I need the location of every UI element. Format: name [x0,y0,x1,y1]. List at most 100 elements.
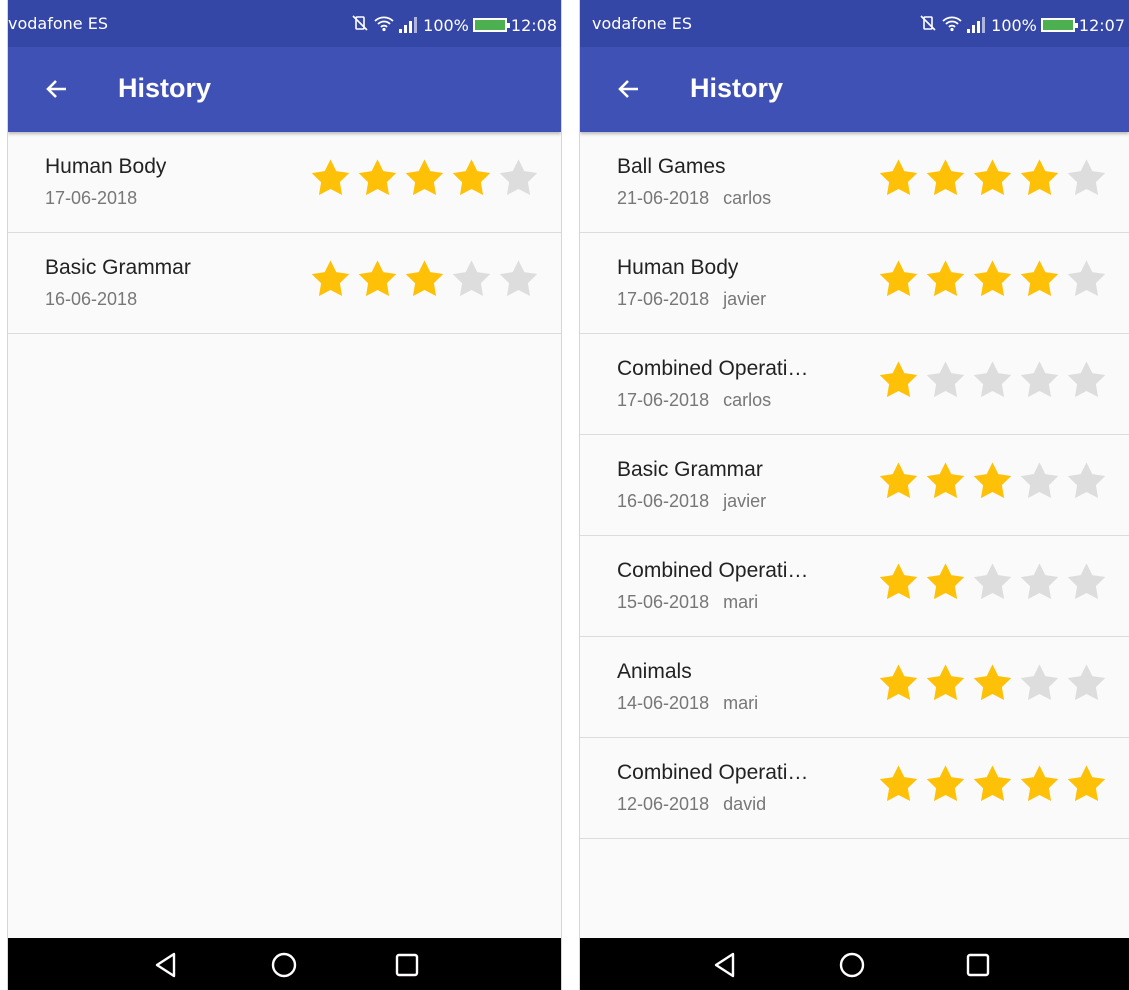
star-empty-icon [1064,257,1109,306]
activity-title: Basic Grammar [45,256,191,279]
activity-title: Combined Operati… [617,357,809,380]
battery-icon [472,18,510,32]
activity-date: 14-06-2018 [617,693,710,713]
star-filled-icon [876,358,921,407]
star-filled-icon [970,257,1015,306]
star-filled-icon [308,156,353,205]
rating-stars [876,257,1109,306]
star-filled-icon [402,156,447,205]
signal-icon [967,17,986,33]
star-empty-icon [449,257,494,306]
star-empty-icon [1017,358,1062,407]
rating-stars [308,156,541,205]
star-empty-icon [496,156,541,205]
star-filled-icon [355,257,400,306]
back-triangle-icon[interactable] [711,951,739,979]
activity-date: 21-06-2018 [617,188,710,208]
activity-user: javier [723,289,767,309]
rating-stars [876,358,1109,407]
home-circle-icon[interactable] [270,951,298,979]
carrier-label: vodafone ES [592,14,692,33]
star-empty-icon [1017,459,1062,508]
battery-percent: 100% [991,15,1037,35]
star-filled-icon [1017,257,1062,306]
carrier-label: vodafone ES [8,14,108,33]
star-empty-icon [1064,358,1109,407]
rating-stars [876,560,1109,609]
activity-date: 17-06-2018 [617,390,710,410]
star-filled-icon [970,661,1015,710]
star-empty-icon [1064,459,1109,508]
activity-title: Ball Games [617,155,726,178]
history-row[interactable]: Human Body 17-06-2018 [8,132,561,233]
star-filled-icon [308,257,353,306]
star-filled-icon [1017,762,1062,811]
star-filled-icon [923,762,968,811]
history-row[interactable]: Basic Grammar 16-06-2018 javier [580,435,1129,536]
history-row[interactable]: Animals 14-06-2018 mari [580,637,1129,738]
recents-square-icon[interactable] [964,951,992,979]
vibrate-off-icon [919,14,937,36]
wifi-icon [373,14,395,36]
vibrate-off-icon [351,14,369,36]
activity-title: Human Body [45,155,167,178]
status-bar: vodafone ES 100% 12:07 [580,0,1129,47]
star-empty-icon [970,358,1015,407]
signal-icon [399,17,418,33]
activity-user: carlos [723,390,772,410]
rating-stars [876,661,1109,710]
star-empty-icon [923,358,968,407]
star-filled-icon [876,762,921,811]
star-empty-icon [970,560,1015,609]
star-filled-icon [876,257,921,306]
activity-date: 12-06-2018 [617,794,710,814]
rating-stars [876,762,1109,811]
back-triangle-icon[interactable] [152,951,180,979]
phone-screen-right: vodafone ES 100% 12:07 History Ball Game… [580,0,1129,990]
star-filled-icon [355,156,400,205]
history-list: Ball Games 21-06-2018 carlos Human Body 17-0… [580,132,1129,839]
rating-stars [308,257,541,306]
history-row[interactable]: Combined Operati… 17-06-2018 carlos [580,334,1129,435]
history-list: Human Body 17-06-2018 Basic Grammar 16-06-2… [8,132,561,334]
page-title: History [118,73,212,103]
rating-stars [876,156,1109,205]
clock: 12:08 [510,15,557,35]
arrow-back-icon[interactable] [610,69,650,109]
history-row[interactable]: Combined Operati… 15-06-2018 mari [580,536,1129,637]
star-empty-icon [1064,156,1109,205]
navigation-bar [8,938,561,990]
activity-user: david [723,794,767,814]
star-empty-icon [1017,661,1062,710]
star-filled-icon [970,156,1015,205]
star-filled-icon [876,560,921,609]
star-filled-icon [876,156,921,205]
page-title: History [690,73,784,103]
star-filled-icon [402,257,447,306]
phone-screen-left: vodafone ES 100% 12:08 History Human Bod… [8,0,561,990]
home-circle-icon[interactable] [838,951,866,979]
app-bar: History [8,47,561,132]
app-bar: History [580,47,1129,132]
history-row[interactable]: Human Body 17-06-2018 javier [580,233,1129,334]
history-row[interactable]: Combined Operati… 12-06-2018 david [580,738,1129,839]
activity-user: mari [723,693,759,713]
star-filled-icon [449,156,494,205]
activity-date: 16-06-2018 [617,491,710,511]
rating-stars [876,459,1109,508]
history-row[interactable]: Basic Grammar 16-06-2018 [8,233,561,334]
activity-title: Basic Grammar [617,458,763,481]
star-empty-icon [496,257,541,306]
star-filled-icon [923,560,968,609]
arrow-back-icon[interactable] [38,69,78,109]
activity-user: carlos [723,188,772,208]
wifi-icon [941,14,963,36]
activity-title: Combined Operati… [617,559,809,582]
activity-date: 16-06-2018 [45,289,138,309]
history-row[interactable]: Ball Games 21-06-2018 carlos [580,132,1129,233]
clock: 12:07 [1078,15,1125,35]
activity-user: mari [723,592,759,612]
battery-icon [1040,18,1078,32]
recents-square-icon[interactable] [393,951,421,979]
star-filled-icon [923,257,968,306]
